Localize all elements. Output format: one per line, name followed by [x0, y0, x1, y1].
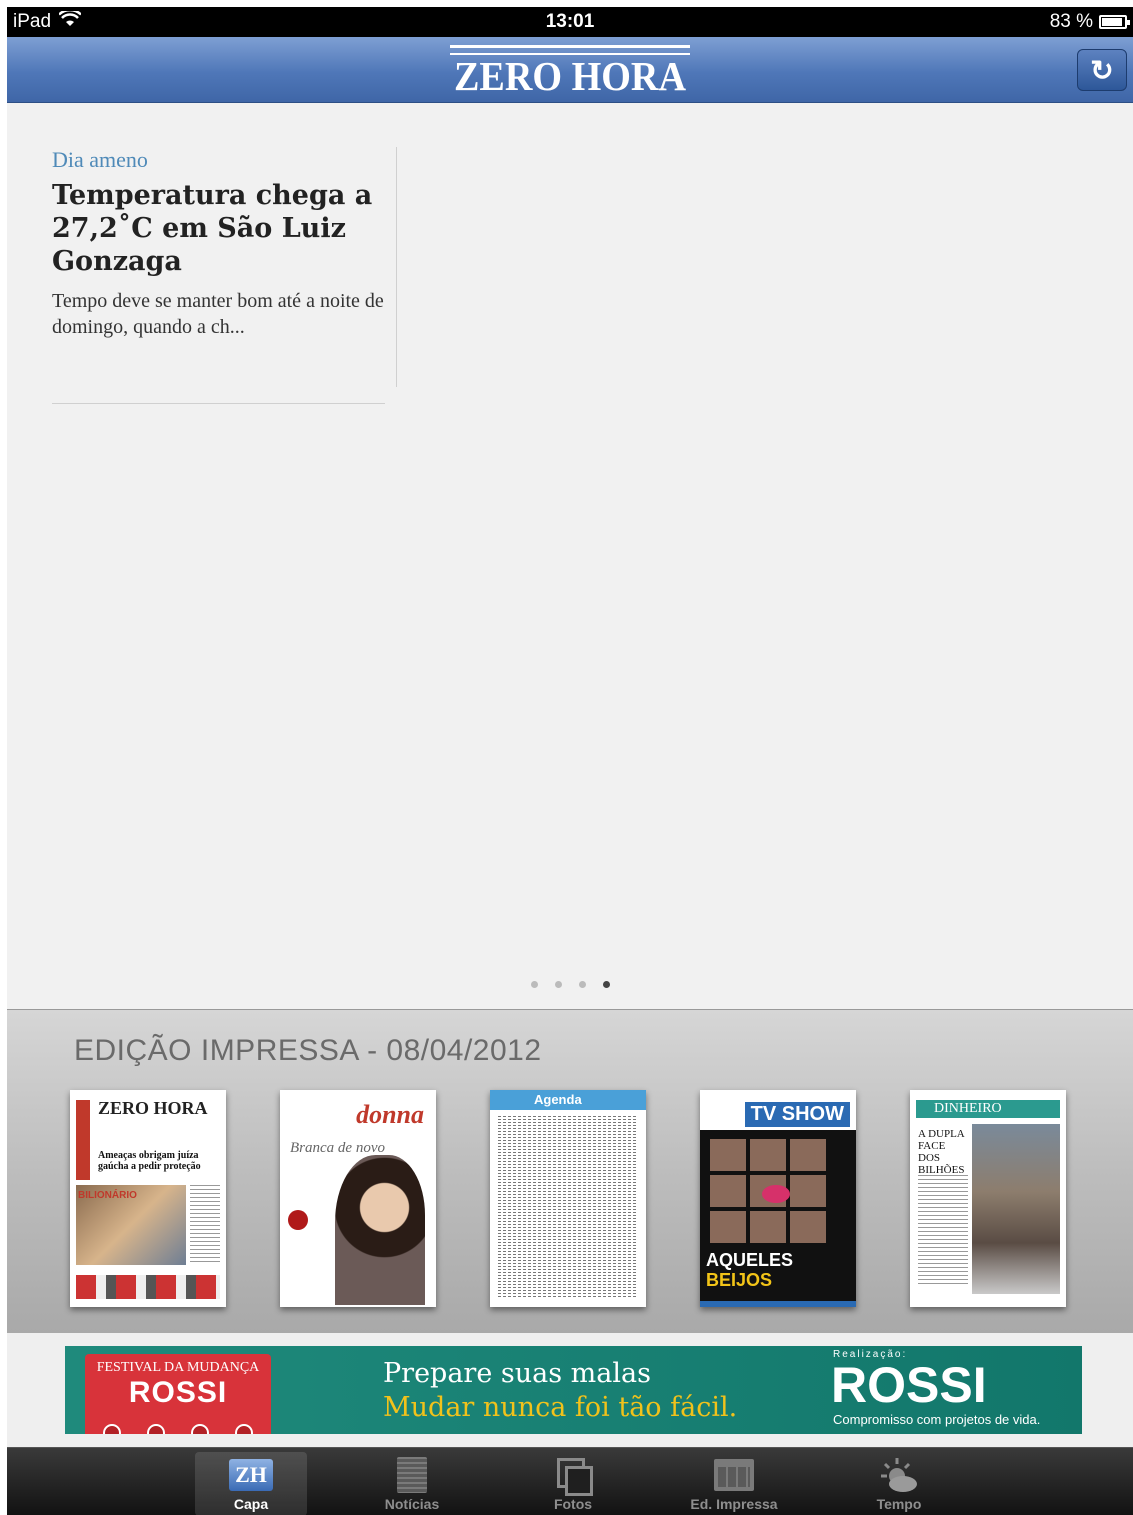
- cover-headline: Ameaças obrigam juíza gaúcha a pedir pro…: [98, 1150, 201, 1172]
- refresh-button[interactable]: ↻: [1077, 49, 1127, 91]
- tab-ed-impressa[interactable]: Ed. Impressa: [678, 1452, 790, 1515]
- ad-line-1: Prepare suas malas: [383, 1358, 651, 1389]
- newspaper-icon: [714, 1459, 754, 1491]
- article-card[interactable]: Dia ameno Temperatura chega a 27,2˚C em …: [52, 147, 397, 340]
- photos-icon: [557, 1458, 593, 1496]
- battery-percent: 83 %: [1049, 11, 1093, 32]
- cover-headline: AQUELES BEIJOS: [706, 1250, 793, 1290]
- festival-box: FESTIVAL DA MUDANÇA ROSSI: [85, 1354, 271, 1434]
- headlines-area[interactable]: Dia ameno Temperatura chega a 27,2˚C em …: [7, 103, 1133, 1009]
- lips-icon: [762, 1185, 790, 1203]
- ad-tagline: Compromisso com projetos de vida.: [833, 1412, 1041, 1427]
- cover-tv-show[interactable]: TV SHOW AQUELES BEIJOS: [700, 1090, 856, 1307]
- cover-headline: Branca de novo: [290, 1140, 385, 1156]
- cover-agenda[interactable]: Agenda: [490, 1090, 646, 1307]
- cover-list: ZERO HORA Ameaças obrigam juíza gaúcha a…: [70, 1090, 1066, 1307]
- cover-text-columns: [918, 1175, 968, 1285]
- cover-photo: [335, 1155, 425, 1305]
- cover-tag: BILIONÁRIO: [78, 1190, 137, 1201]
- tab-label: Capa: [233, 1496, 269, 1512]
- cover-ads: [76, 1275, 220, 1299]
- tab-label: Fotos: [553, 1496, 593, 1512]
- cover-photo: [972, 1124, 1060, 1294]
- cover-headline: A DUPLA FACE DOS BILHÕES: [918, 1128, 965, 1176]
- cover-dinheiro[interactable]: DINHEIRO A DUPLA FACE DOS BILHÕES: [910, 1090, 1066, 1307]
- cover-headline-line-1: AQUELES: [706, 1250, 794, 1270]
- article-summary: Tempo deve se manter bom até a noite de …: [52, 290, 384, 338]
- status-bar: iPad 13:01 83 %: [7, 7, 1133, 37]
- tab-tempo[interactable]: Tempo: [843, 1452, 955, 1515]
- battery-icon: [1099, 15, 1130, 29]
- page-dot[interactable]: [554, 981, 562, 988]
- cover-donna[interactable]: donna Branca de novo: [280, 1090, 436, 1307]
- logo: ZERO HORA: [7, 45, 1133, 97]
- refresh-icon: ↻: [1090, 54, 1114, 86]
- cover-masthead: donna: [356, 1100, 424, 1129]
- logo-text: ZERO HORA: [453, 53, 686, 99]
- ad-banner[interactable]: FESTIVAL DA MUDANÇA ROSSI Prepare suas m…: [65, 1346, 1082, 1434]
- tab-capa[interactable]: ZH Capa: [195, 1452, 307, 1515]
- clock: 13:01: [545, 11, 595, 32]
- weather-icon: [881, 1458, 917, 1492]
- cover-bottom-bar: [700, 1301, 856, 1307]
- tab-noticias[interactable]: Notícias: [356, 1452, 468, 1515]
- page-indicator[interactable]: [7, 981, 1133, 988]
- article-kicker: Dia ameno: [52, 147, 148, 172]
- brand-logo-small: ROSSI: [128, 1376, 228, 1409]
- page-dot[interactable]: [530, 981, 538, 988]
- tab-fotos[interactable]: Fotos: [517, 1452, 629, 1515]
- cover-masthead: ZERO HORA: [98, 1098, 208, 1118]
- divider: [396, 147, 397, 387]
- ipad-screen: iPad 13:01 83 % ZERO HORA ↻ Dia ameno Te…: [7, 7, 1133, 1515]
- tab-label: Tempo: [876, 1496, 922, 1512]
- divider: [52, 403, 385, 404]
- cover-masthead: Agenda: [490, 1090, 646, 1110]
- tab-label: Notícias: [384, 1496, 440, 1512]
- article-headline[interactable]: Temperatura chega a 27,2˚C em São Luiz G…: [52, 179, 397, 278]
- tab-label: Ed. Impressa: [690, 1496, 778, 1512]
- battery-fill: [1102, 18, 1122, 26]
- cover-zero-hora[interactable]: ZERO HORA Ameaças obrigam juíza gaúcha a…: [70, 1090, 226, 1307]
- zh-icon: ZH: [229, 1459, 273, 1491]
- page-dot-active[interactable]: [602, 981, 610, 988]
- cover-masthead: TV SHOW: [744, 1102, 850, 1127]
- cover-text-columns: [190, 1185, 220, 1265]
- cover-text-columns: [498, 1116, 638, 1299]
- document-icon: [397, 1457, 427, 1493]
- tab-bar: ZH Capa Notícias Fotos Ed. Impressa Temp…: [7, 1447, 1133, 1515]
- brand-logo: ROSSI: [831, 1357, 987, 1413]
- cover-headline-line-2: BEIJOS: [706, 1270, 773, 1290]
- festival-label: FESTIVAL DA MUDANÇA: [96, 1360, 260, 1375]
- nav-bar: ZERO HORA ↻: [7, 37, 1133, 103]
- cover-rose: [288, 1210, 308, 1230]
- cover-side-band: [76, 1100, 90, 1180]
- cover-masthead: DINHEIRO: [916, 1100, 1060, 1118]
- print-edition-strip: EDIÇÃO IMPRESSA - 08/04/2012 ZERO HORA A…: [7, 1009, 1133, 1333]
- suitcase-wheels: [103, 1424, 253, 1434]
- page-dot[interactable]: [578, 981, 586, 988]
- print-edition-title: EDIÇÃO IMPRESSA - 08/04/2012: [74, 1034, 542, 1067]
- ad-line-2: Mudar nunca foi tão fácil.: [383, 1392, 738, 1423]
